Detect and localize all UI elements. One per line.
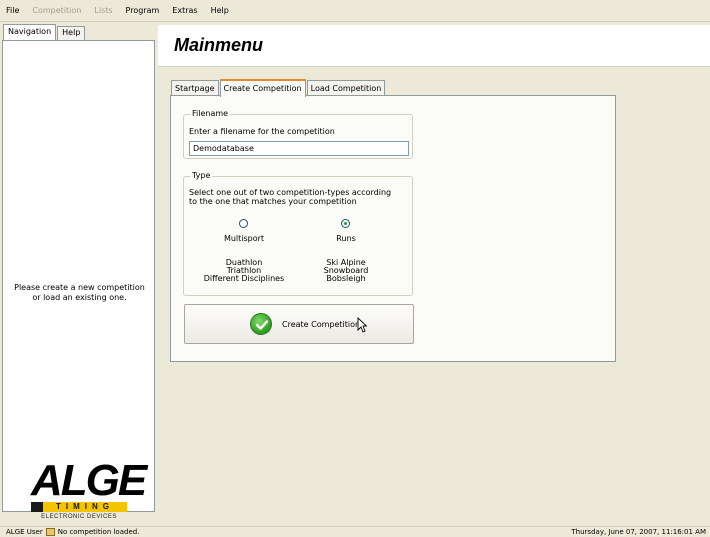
menu-file[interactable]: File [6,6,19,15]
filename-group: Filename Enter a filename for the compet… [183,109,413,159]
radio-runs[interactable] [341,219,350,228]
runs-example: Bobsleigh [326,274,366,283]
type-description-line2: to the one that matches your competition [189,197,357,206]
menu-lists[interactable]: Lists [94,6,112,15]
filename-input[interactable]: Demodatabase [189,141,409,156]
menu-help[interactable]: Help [211,6,229,15]
logo-subtitle: ELECTRONIC DEVICES [41,514,117,520]
menu-bar: File Competition Lists Program Extras He… [0,0,710,22]
status-datetime: Thursday, June 07, 2007, 11:16:01 AM [571,528,706,536]
status-message: No competition loaded. [57,528,140,536]
create-competition-button[interactable]: Create Competition [184,304,414,344]
mouse-cursor-icon [357,317,367,333]
radio-multisport[interactable] [239,219,248,228]
logo-timing-text: TIMING [43,502,127,512]
status-left: ALGE User No competition loaded. [6,528,139,536]
left-tab-row: Navigation Help [3,24,86,40]
tab-navigation[interactable]: Navigation [3,24,57,40]
logo-timing-bar: TIMING [31,502,127,512]
menu-competition[interactable]: Competition [32,6,81,15]
type-description-line1: Select one out of two competition-types … [189,188,392,197]
main-header: Mainmenu [158,25,710,67]
option-multisport-label: Multisport [223,234,265,243]
tab-create-competition[interactable]: Create Competition [219,79,306,97]
status-bar: ALGE User No competition loaded. Thursda… [0,526,710,537]
left-panel: Navigation Help Please create a new comp… [0,22,157,520]
tab-load-competition[interactable]: Load Competition [306,80,386,96]
type-group-title: Type [190,171,213,180]
option-runs-label: Runs [336,234,356,243]
green-check-icon [250,313,272,335]
navigation-info-text: Please create a new competition or load … [14,283,145,302]
main-tabs: Startpage Create Competition Load Compet… [171,78,386,97]
navigation-panel: Please create a new competition or load … [2,40,155,520]
tab-help[interactable]: Help [57,26,86,40]
type-group: Type Select one out of two competition-t… [183,171,413,296]
filename-prompt: Enter a filename for the competition [189,127,335,136]
multisport-example: Different Disciplines [203,274,285,283]
tab-startpage[interactable]: Startpage [171,80,219,96]
menu-program[interactable]: Program [126,6,160,15]
page-title: Mainmenu [174,35,264,55]
logo-word: ALGE [31,456,147,505]
database-icon [45,528,55,536]
alge-logo: ALGE TIMING ELECTRONIC DEVICES [31,456,147,520]
status-user: ALGE User [6,528,43,536]
filename-group-title: Filename [190,109,231,118]
menu-extras[interactable]: Extras [172,6,197,15]
create-competition-label: Create Competition [282,320,361,329]
